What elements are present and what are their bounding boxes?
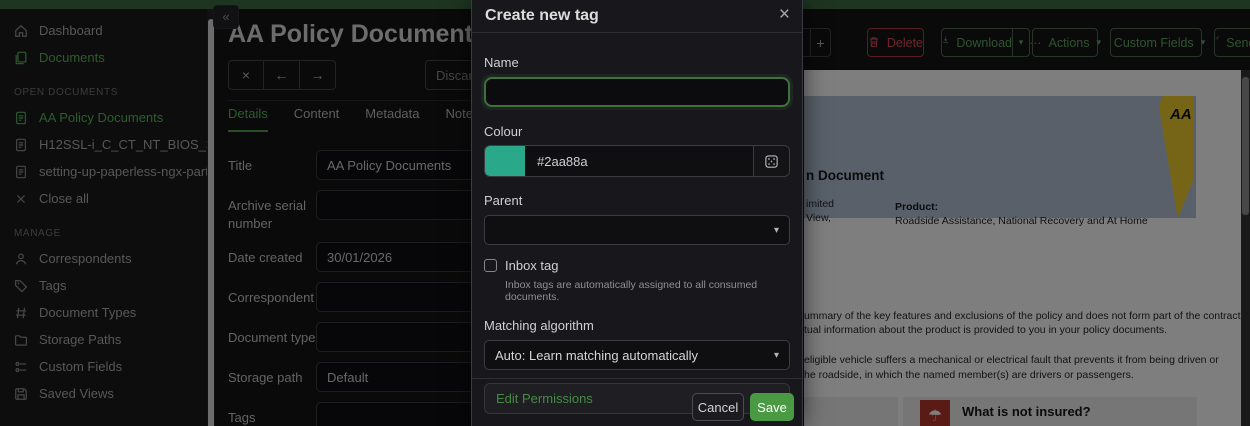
- inbox-tag-hint: Inbox tags are automatically assigned to…: [505, 279, 790, 303]
- matching-algorithm-label: Matching algorithm: [484, 318, 790, 333]
- save-button[interactable]: Save: [750, 393, 794, 421]
- modal-title: Create new tag: [485, 7, 599, 25]
- tag-name-input[interactable]: [484, 77, 790, 107]
- matching-algorithm-value: Auto: Learn matching automatically: [495, 348, 698, 363]
- cancel-button[interactable]: Cancel: [692, 393, 744, 421]
- inbox-tag-checkbox[interactable]: [484, 259, 497, 272]
- parent-select[interactable]: ▾: [484, 215, 790, 245]
- caret-down-icon: ▾: [774, 225, 779, 236]
- name-label: Name: [484, 55, 790, 70]
- colour-label: Colour: [484, 124, 790, 139]
- paperless-app: Dashboard Documents OPEN DOCUMENTS AA Po…: [0, 0, 1250, 426]
- caret-down-icon: ▾: [774, 350, 779, 361]
- inbox-tag-label: Inbox tag: [505, 258, 559, 273]
- save-label: Save: [757, 400, 787, 415]
- create-tag-modal: Create new tag × Name Colour Parent ▾ In: [471, 0, 803, 426]
- random-colour-button[interactable]: [753, 146, 789, 176]
- matching-algorithm-select[interactable]: Auto: Learn matching automatically ▾: [484, 340, 790, 370]
- colour-hex-input[interactable]: [525, 146, 753, 176]
- parent-label: Parent: [484, 193, 790, 208]
- dice-icon: [764, 154, 779, 169]
- modal-footer: Cancel Save: [472, 378, 802, 426]
- colour-input-group: [484, 145, 790, 177]
- modal-header: Create new tag ×: [472, 0, 802, 33]
- modal-body: Name Colour Parent ▾ Inbox tag Inbox tag…: [484, 33, 790, 414]
- inbox-tag-row: Inbox tag: [484, 258, 790, 273]
- colour-swatch: [485, 146, 525, 176]
- close-icon[interactable]: ×: [779, 4, 790, 26]
- cancel-label: Cancel: [698, 400, 738, 415]
